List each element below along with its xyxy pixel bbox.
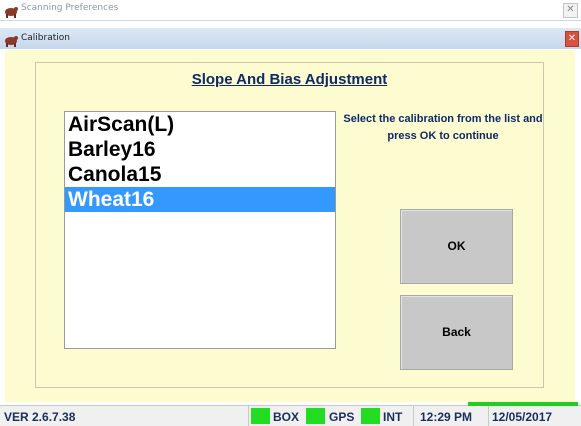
cow-icon	[4, 3, 18, 18]
dialog-titlebar: Calibration ✕	[0, 28, 581, 49]
list-item[interactable]: Canola15	[65, 162, 335, 187]
status-progress-bar	[468, 402, 578, 406]
cow-icon	[4, 32, 18, 47]
status-divider	[488, 406, 489, 426]
list-item[interactable]: AirScan(L)	[65, 112, 335, 137]
outer-window-titlebar: Scanning Preferences ✕	[0, 0, 581, 21]
calibration-panel: Slope And Bias Adjustment AirScan(L) Bar…	[35, 62, 544, 388]
int-status-indicator	[361, 408, 380, 424]
calibration-listbox[interactable]: AirScan(L) Barley16 Canola15 Wheat16	[64, 111, 336, 349]
status-time: 12:29 PM	[420, 410, 473, 424]
dialog-title: Calibration	[21, 33, 70, 43]
status-divider	[248, 406, 249, 426]
list-item[interactable]: Barley16	[65, 137, 335, 162]
version-label: VER 2.6.7.38	[4, 410, 76, 424]
instruction-text: Select the calibration from the list and…	[343, 113, 543, 142]
back-button[interactable]: Back	[400, 295, 513, 370]
dialog-client-area: Slope And Bias Adjustment AirScan(L) Bar…	[5, 50, 575, 402]
status-divider	[413, 406, 414, 426]
status-date: 12/05/2017	[492, 410, 553, 424]
box-status-label: BOX	[273, 410, 300, 424]
status-bar: VER 2.6.7.38 BOX GPS INT 12:29 PM 12/05/…	[0, 402, 581, 426]
outer-close-icon[interactable]: ✕	[563, 3, 578, 18]
ok-button[interactable]: OK	[400, 209, 513, 284]
list-item-selected[interactable]: Wheat16	[65, 187, 335, 212]
close-icon[interactable]: ✕	[565, 31, 579, 47]
box-status-indicator	[251, 408, 270, 424]
gps-status-label: GPS	[329, 410, 355, 424]
gps-status-indicator	[306, 408, 325, 424]
page-title: Slope And Bias Adjustment	[191, 71, 388, 88]
outer-window-title: Scanning Preferences	[21, 3, 119, 13]
int-status-label: INT	[383, 410, 403, 424]
